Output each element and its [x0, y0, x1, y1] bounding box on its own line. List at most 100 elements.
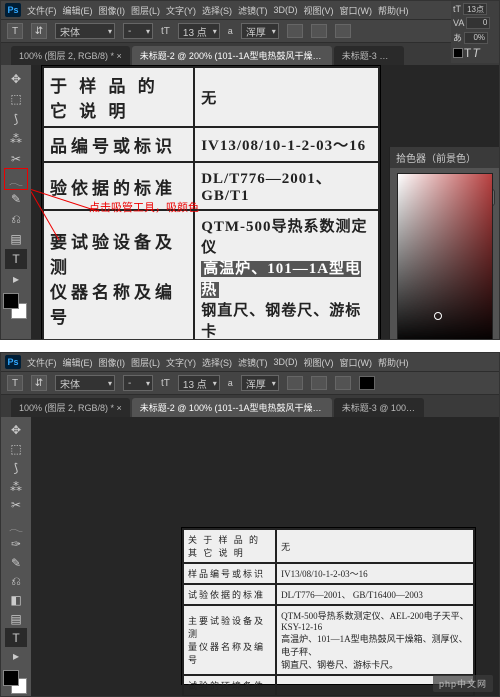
char-size-label: tT — [453, 4, 461, 14]
antialias-dropdown[interactable]: 浑厚 — [241, 23, 279, 39]
main-menu-bar: Ps 文件(F) 编辑(E) 图像(I) 图层(L) 文字(Y) 选择(S) 滤… — [1, 353, 499, 371]
menu-image[interactable]: 图像(I) — [99, 356, 126, 369]
font-style-dropdown[interactable]: - — [123, 23, 153, 39]
eyedropper-tool-icon[interactable]: 𓂃 — [5, 515, 27, 535]
cell: IV13/08/10-1-2-03～16 — [276, 563, 474, 584]
eyedropper-tool-icon[interactable]: 𓂃 — [5, 169, 27, 189]
menu-edit[interactable]: 编辑(E) — [63, 356, 93, 369]
menu-help[interactable]: 帮助(H) — [378, 356, 409, 369]
doc-tab-3[interactable]: 未标题-3 @ 100% (图层 — [334, 398, 424, 417]
cell: QTM-500导热系数测定仪 — [201, 219, 367, 256]
doc-tab-1[interactable]: 100% (图层 2, RGB/8) * × — [11, 398, 130, 417]
menu-file[interactable]: 文件(F) — [27, 356, 57, 369]
align-right-icon[interactable] — [335, 24, 351, 38]
char-pct-input[interactable]: 0% — [464, 32, 488, 44]
format-italic[interactable]: T — [472, 46, 479, 60]
menu-filter[interactable]: 滤镜(T) — [238, 4, 268, 17]
document-content: 于 样 品 的它 说 明无 品编号或标识IV13/08/10-1-2-03～16… — [41, 65, 381, 339]
menu-type[interactable]: 文字(Y) — [166, 4, 196, 17]
doc-tab-3[interactable]: 未标题-3 @ 100% — [334, 46, 404, 65]
cell: 仪器名称及编号 — [50, 283, 176, 327]
antialias-dropdown[interactable]: 浑厚 — [241, 375, 279, 391]
brush-tool-icon[interactable]: ✎ — [5, 189, 27, 209]
menu-view[interactable]: 视图(V) — [304, 4, 334, 17]
align-left-icon[interactable] — [287, 24, 303, 38]
font-size-dropdown[interactable]: 13 点 — [178, 375, 220, 391]
menu-file[interactable]: 文件(F) — [27, 4, 57, 17]
menu-view[interactable]: 视图(V) — [304, 356, 334, 369]
document-table: 于 样 品 的它 说 明无 品编号或标识IV13/08/10-1-2-03～16… — [42, 66, 380, 339]
font-style-dropdown[interactable]: - — [123, 375, 153, 391]
color-swatches[interactable] — [3, 670, 29, 696]
lasso-tool-icon[interactable]: ⟆ — [5, 458, 27, 477]
color-swatches[interactable] — [3, 293, 29, 321]
move-tool-icon[interactable]: ✥ — [5, 421, 27, 440]
marquee-tool-icon[interactable]: ⬚ — [5, 89, 27, 109]
orientation-icon[interactable]: ⇵ — [31, 23, 47, 39]
char-size-input[interactable]: 13点 — [463, 3, 487, 15]
font-family-dropdown[interactable]: 宋体 — [55, 375, 115, 391]
doc-tab-2[interactable]: 未标题-2 @ 200% (101--1A型电热鼓风干燥箱、测厚仪, RGB/8… — [132, 46, 332, 65]
lasso-tool-icon[interactable]: ⟆ — [5, 109, 27, 129]
doc-tab-2[interactable]: 未标题-2 @ 100% (101--1A型电热鼓风干燥箱、测厚仪, RGB/8… — [132, 398, 332, 417]
gradient-tool-icon[interactable]: ▤ — [5, 610, 27, 629]
foreground-color-swatch[interactable] — [3, 293, 19, 309]
magic-wand-tool-icon[interactable]: ⁂ — [5, 129, 27, 149]
cell: DL/T776—2001、 GB/T1 — [194, 162, 379, 210]
stamp-tool-icon[interactable]: ⎌ — [5, 572, 27, 591]
gradient-tool-icon[interactable]: ▤ — [5, 229, 27, 249]
tool-preset-icon[interactable]: T — [7, 23, 23, 39]
screenshot-bottom: Ps 文件(F) 编辑(E) 图像(I) 图层(L) 文字(Y) 选择(S) 滤… — [0, 352, 500, 697]
move-tool-icon[interactable]: ✥ — [5, 69, 27, 89]
char-color-swatch[interactable] — [453, 48, 463, 58]
menu-edit[interactable]: 编辑(E) — [63, 4, 93, 17]
menu-layer[interactable]: 图层(L) — [131, 356, 160, 369]
align-right-icon[interactable] — [335, 376, 351, 390]
magic-wand-tool-icon[interactable]: ⁂ — [5, 477, 27, 496]
main-menu-bar: Ps 文件(F) 编辑(E) 图像(I) 图层(L) 文字(Y) 选择(S) 滤… — [1, 1, 499, 19]
crop-tool-icon[interactable]: ✂ — [5, 149, 27, 169]
font-size-dropdown[interactable]: 13 点 — [178, 23, 220, 39]
menu-select[interactable]: 选择(S) — [202, 4, 232, 17]
color-field[interactable] — [398, 174, 492, 340]
color-picker-dialog: 拾色器（前景色） 颜色库 只有 Web 颜色 — [389, 147, 499, 340]
menu-3d[interactable]: 3D(D) — [274, 357, 298, 367]
canvas[interactable]: 关 于 样 品 的 其 它 说 明无 样品编号或标识IV13/08/10-1-2… — [31, 417, 499, 696]
type-tool-icon[interactable]: T — [5, 249, 27, 269]
cell: 钢直尺、钢卷尺、游标卡 — [201, 303, 361, 339]
menu-window[interactable]: 窗口(W) — [340, 356, 373, 369]
align-center-icon[interactable] — [311, 24, 327, 38]
workspace: ✥ ⬚ ⟆ ⁂ ✂ 𓂃 ✑ ✎ ⎌ ◧ ▤ T ▸ 关 于 样 品 的 其 它 … — [1, 417, 499, 696]
path-tool-icon[interactable]: ▸ — [5, 269, 27, 289]
menu-filter[interactable]: 滤镜(T) — [238, 356, 268, 369]
foreground-color-swatch[interactable] — [3, 670, 19, 686]
menu-type[interactable]: 文字(Y) — [166, 356, 196, 369]
menu-image[interactable]: 图像(I) — [99, 4, 126, 17]
heal-tool-icon[interactable]: ✑ — [5, 535, 27, 554]
font-family-dropdown[interactable]: 宋体 — [55, 23, 115, 39]
options-bar: T ⇵ 宋体 - tT 13 点 a 浑厚 — [1, 371, 499, 395]
stamp-tool-icon[interactable]: ⎌ — [5, 209, 27, 229]
align-left-icon[interactable] — [287, 376, 303, 390]
eraser-tool-icon[interactable]: ◧ — [5, 591, 27, 610]
type-tool-icon[interactable]: T — [5, 628, 27, 647]
format-bold[interactable]: T — [464, 46, 471, 60]
color-swatch-option[interactable] — [359, 376, 375, 390]
marquee-tool-icon[interactable]: ⬚ — [5, 440, 27, 459]
menu-help[interactable]: 帮助(H) — [378, 4, 409, 17]
align-center-icon[interactable] — [311, 376, 327, 390]
cell: IV13/08/10-1-2-03～16 — [194, 127, 379, 162]
doc-tab-1[interactable]: 100% (图层 2, RGB/8) * × — [11, 46, 130, 65]
menu-3d[interactable]: 3D(D) — [274, 5, 298, 15]
cell: 它 说 明 — [50, 102, 130, 121]
orientation-icon[interactable]: ⇵ — [31, 375, 47, 391]
path-tool-icon[interactable]: ▸ — [5, 647, 27, 666]
char-va-input[interactable]: 0 — [466, 17, 490, 29]
crop-tool-icon[interactable]: ✂ — [5, 496, 27, 515]
brush-tool-icon[interactable]: ✎ — [5, 553, 27, 572]
menu-layer[interactable]: 图层(L) — [131, 4, 160, 17]
menu-select[interactable]: 选择(S) — [202, 356, 232, 369]
character-panel: tT13点 VA0 あ0% TT — [451, 1, 499, 63]
tool-preset-icon[interactable]: T — [7, 375, 23, 391]
menu-window[interactable]: 窗口(W) — [340, 4, 373, 17]
